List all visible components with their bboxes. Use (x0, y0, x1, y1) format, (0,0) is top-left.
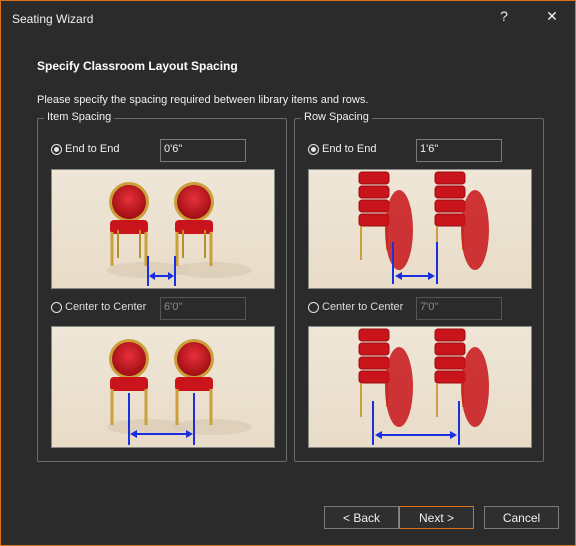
rows-end-to-end-image (358, 171, 489, 284)
row-center-to-center-field[interactable]: 7'0" (416, 297, 502, 320)
chairs-center-to-center-image (107, 339, 252, 445)
item-spacing-legend: Item Spacing (44, 111, 115, 123)
row-center-to-center-illustration (308, 326, 532, 448)
item-center-to-center-field[interactable]: 6'0" (160, 297, 246, 320)
rows-center-to-center-image (358, 328, 489, 445)
row-spacing-legend: Row Spacing (301, 111, 372, 123)
cancel-button[interactable]: Cancel (484, 506, 559, 529)
item-end-to-end-label: End to End (65, 143, 120, 155)
radio-selected-icon (308, 143, 319, 155)
row-end-to-end-radio[interactable]: End to End (308, 143, 376, 155)
item-end-to-end-field[interactable]: 0'6" (160, 139, 246, 162)
item-end-to-end-illustration (51, 169, 275, 289)
title-bar: Seating Wizard ? ✕ (1, 1, 575, 35)
radio-selected-icon (51, 143, 62, 155)
row-end-to-end-illustration (308, 169, 532, 289)
help-icon[interactable]: ? (491, 5, 517, 27)
item-end-to-end-radio[interactable]: End to End (51, 143, 119, 155)
window-title: Seating Wizard (12, 12, 94, 26)
page-heading: Specify Classroom Layout Spacing (37, 59, 238, 73)
item-center-to-center-radio[interactable]: Center to Center (51, 301, 146, 313)
seating-wizard-window: Seating Wizard ? ✕ Specify Classroom Lay… (0, 0, 576, 546)
item-center-to-center-illustration (51, 326, 275, 448)
row-center-to-center-label: Center to Center (322, 301, 404, 313)
close-icon[interactable]: ✕ (539, 5, 565, 27)
item-center-to-center-label: Center to Center (65, 301, 147, 313)
row-center-to-center-radio[interactable]: Center to Center (308, 301, 403, 313)
back-button[interactable]: < Back (324, 506, 399, 529)
page-description: Please specify the spacing required betw… (37, 94, 369, 106)
row-end-to-end-label: End to End (322, 143, 377, 155)
radio-unselected-icon (51, 301, 62, 313)
next-button[interactable]: Next > (399, 506, 474, 529)
row-end-to-end-field[interactable]: 1'6" (416, 139, 502, 162)
chairs-end-to-end-image (107, 182, 252, 286)
radio-unselected-icon (308, 301, 319, 313)
